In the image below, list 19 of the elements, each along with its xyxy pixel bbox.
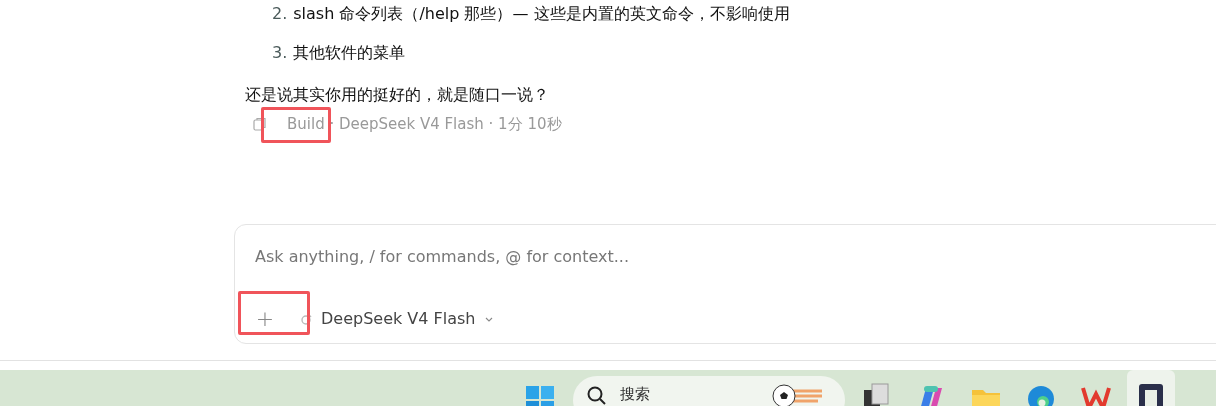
model-selector[interactable]: DeepSeek V4 Flash [299,309,494,328]
list-item-text: 其他软件的菜单 [293,43,406,64]
message-meta: Build · DeepSeek V4 Flash · 1分 10秒 [287,114,562,134]
chat-input-box[interactable]: Ask anything, / for commands, @ for context... + DeepSeek V4 Flash [234,224,1216,344]
message-text: 还是说其实你用的挺好的，就是随口一说？ [245,84,550,106]
input-placeholder: Ask anything, / for commands, @ for context... [255,247,631,266]
search-icon [586,385,606,405]
add-button[interactable]: + [255,306,275,331]
start-icon[interactable] [525,385,555,406]
highlight-box [238,291,310,335]
list-number: 3. [272,43,288,62]
search-field[interactable]: 搜索 [573,376,845,406]
soccer-ball-icon [772,383,824,406]
taskbar-app[interactable] [1127,370,1175,406]
highlight-box [261,107,331,143]
terminal-icon [1136,382,1166,406]
list-item-text: slash 命令列表（/help 那些）— 这些是内置的英文命令，不影响使用 [293,4,790,25]
copy-icon[interactable] [253,117,267,131]
list-number: 2. [272,4,288,23]
